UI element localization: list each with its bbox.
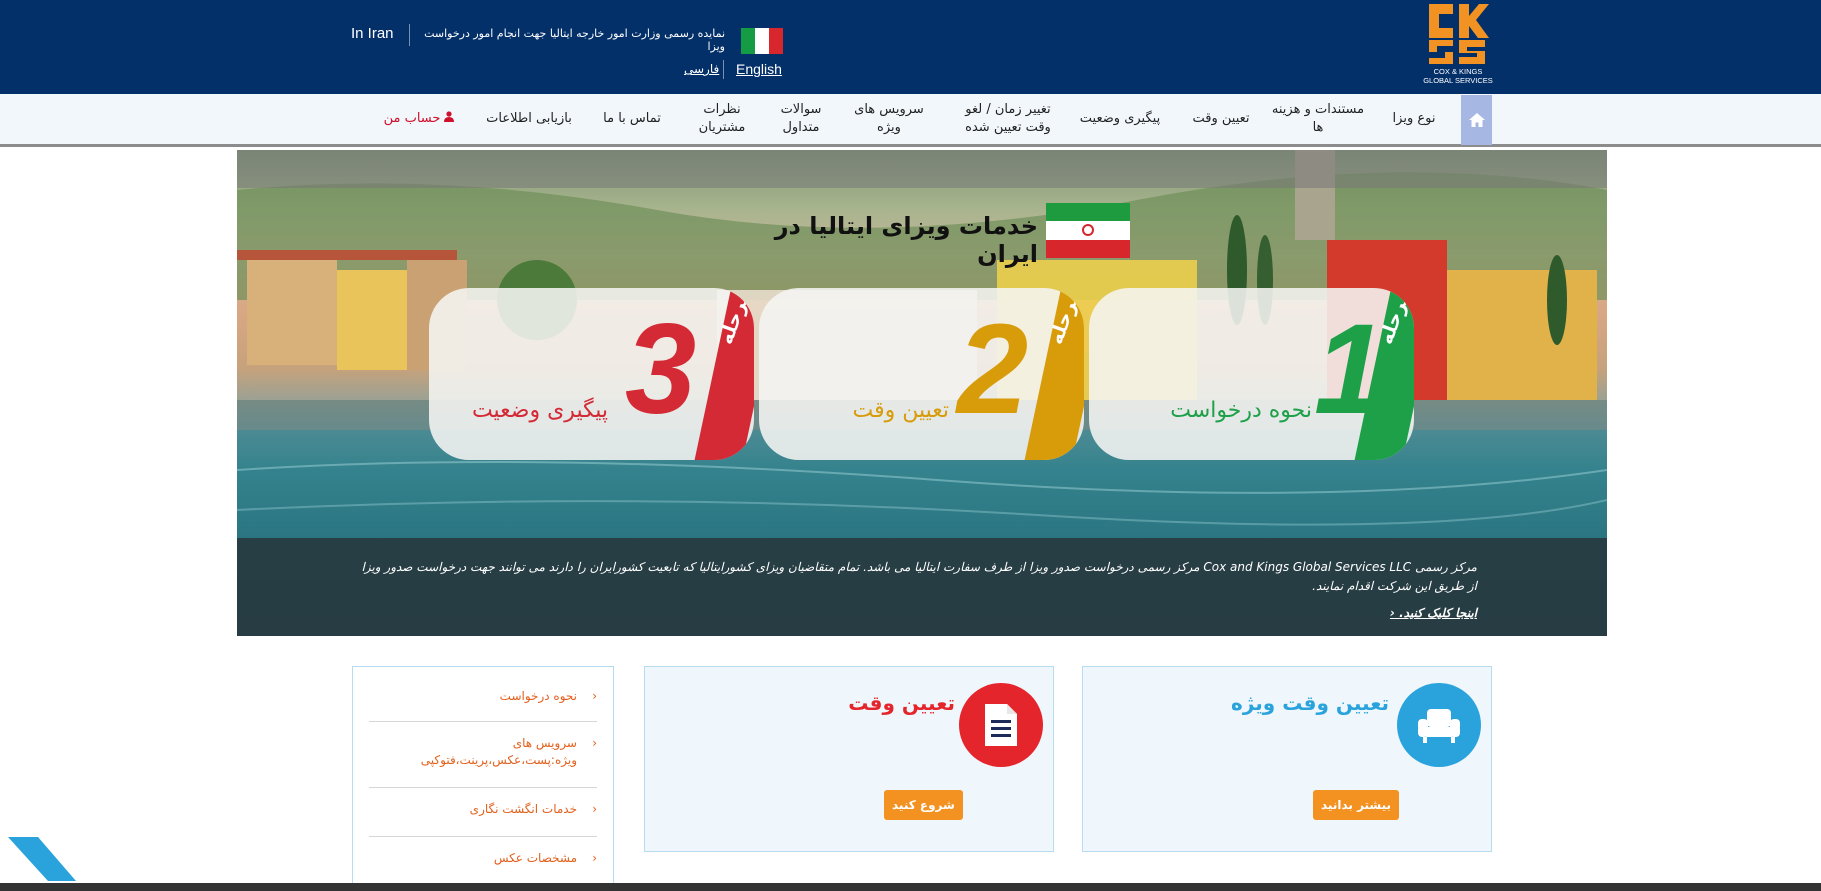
nav-testimonials[interactable]: نظرات مشتریان bbox=[690, 94, 754, 144]
step-2-number: 2 bbox=[957, 298, 1029, 441]
step-3-card[interactable]: مرحله 3 پیگیری وضعیت bbox=[429, 288, 754, 460]
step-1-number: 1 bbox=[1314, 298, 1386, 441]
home-icon bbox=[1468, 113, 1485, 127]
nav-documents-fees[interactable]: مستندات و هزینه ها bbox=[1270, 94, 1366, 144]
appointment-panel: تعیین وقت شروع کنید bbox=[644, 666, 1054, 852]
premium-appointment-title: تعیین وقت ویژه bbox=[1231, 691, 1389, 715]
premium-appointment-panel: تعیین وقت ویژه بیشتر بدانید bbox=[1082, 666, 1492, 852]
side-menu-item-special-services[interactable]: ‹ سرویس های ویژه:پست،عکس،پرینت،فتوکپی bbox=[369, 735, 597, 769]
step-1-card[interactable]: مرحله 1 نحوه درخواست bbox=[1089, 288, 1414, 460]
chevron-left-icon: ‹ bbox=[592, 851, 597, 865]
nav-special-services[interactable]: سرویس های ویژه bbox=[846, 94, 932, 144]
nav-my-account-label: حساب من bbox=[383, 111, 441, 126]
banner-info-text: مرکز رسمی Cox and Kings Global Services … bbox=[361, 560, 1478, 593]
side-menu-item-label: خدمات انگشت نگاری bbox=[469, 802, 577, 816]
official-representative-text: نمایده رسمی وزارت امور خارجه ایتالیا جهت… bbox=[424, 27, 725, 53]
language-farsi-link[interactable]: فارسی bbox=[684, 62, 719, 76]
side-menu-divider bbox=[369, 787, 597, 788]
nav-my-account[interactable]: حساب من bbox=[374, 94, 464, 144]
chevron-left-icon: ‹ bbox=[592, 689, 597, 703]
cox-and-kings-logo[interactable]: COX & KINGS GLOBAL SERVICES bbox=[1422, 0, 1494, 90]
nav-retrieve-info[interactable]: بازیابی اطلاعات bbox=[482, 94, 576, 144]
nav-home-button[interactable] bbox=[1461, 95, 1492, 145]
nav-track-status[interactable]: پیگیری وضعیت bbox=[1070, 94, 1170, 144]
chevron-left-icon: ‹ bbox=[592, 736, 597, 750]
side-menu-item-label: سرویس های ویژه:پست،عکس،پرینت،فتوکپی bbox=[420, 736, 577, 767]
banner-title: خدمات ویزای ایتالیا در ایران bbox=[774, 212, 1038, 268]
click-here-link[interactable]: اینجا کلیک کنید. ‹ bbox=[1377, 606, 1477, 620]
appointment-title: تعیین وقت bbox=[848, 691, 955, 715]
hero-banner: خدمات ویزای ایتالیا در ایران مرحله 1 نحو… bbox=[237, 150, 1607, 636]
bottom-bar bbox=[0, 883, 1821, 891]
side-menu-item-fingerprinting[interactable]: ‹ خدمات انگشت نگاری bbox=[369, 801, 597, 818]
side-menu-divider bbox=[369, 721, 597, 722]
side-menu-divider bbox=[369, 836, 597, 837]
side-menu-item-how-to-apply[interactable]: ‹ نحوه درخواست bbox=[369, 688, 597, 705]
language-divider bbox=[723, 60, 724, 79]
click-here-label: اینجا کلیک کنید. bbox=[1399, 606, 1477, 620]
language-english-link[interactable]: English bbox=[736, 61, 782, 77]
premium-circle bbox=[1397, 683, 1481, 767]
logo-line1: COX & KINGS bbox=[1433, 67, 1483, 76]
header-divider bbox=[409, 24, 410, 46]
side-menu: ‹ نحوه درخواست ‹ سرویس های ویژه:پست،عکس،… bbox=[352, 666, 614, 891]
step-3-label: پیگیری وضعیت bbox=[471, 398, 608, 423]
banner-top-band bbox=[237, 150, 1607, 188]
main-navigation: نوع ویزا مستندات و هزینه ها تعیین وقت پی… bbox=[0, 94, 1821, 147]
step-3-number: 3 bbox=[625, 298, 697, 441]
side-menu-item-label: نحوه درخواست bbox=[499, 689, 577, 703]
learn-more-button[interactable]: بیشتر بدانید bbox=[1313, 790, 1400, 820]
step-1-label: نحوه درخواست bbox=[1170, 398, 1312, 423]
start-button[interactable]: شروع کنید bbox=[884, 790, 963, 820]
nav-visa-type[interactable]: نوع ویزا bbox=[1376, 94, 1452, 144]
banner-info-strip: مرکز رسمی Cox and Kings Global Services … bbox=[237, 538, 1607, 636]
logo-mark bbox=[1425, 0, 1491, 66]
nav-appointment[interactable]: تعیین وقت bbox=[1176, 94, 1266, 144]
chevron-left-icon: ‹ bbox=[592, 802, 597, 816]
in-iran-label: In Iran bbox=[351, 25, 394, 42]
top-header: COX & KINGS GLOBAL SERVICES نمایده رسمی … bbox=[0, 0, 1821, 94]
side-menu-item-photo-specs[interactable]: ‹ مشخصات عکس bbox=[369, 850, 597, 867]
user-icon bbox=[444, 110, 455, 128]
iran-flag-icon bbox=[1046, 203, 1130, 258]
side-menu-item-label: مشخصات عکس bbox=[493, 851, 577, 865]
chevron-left-icon: ‹ bbox=[1389, 606, 1395, 620]
step-2-label: تعیین وقت bbox=[852, 398, 950, 423]
nav-faq[interactable]: سوالات متداول bbox=[770, 94, 832, 144]
nav-reschedule-cancel[interactable]: تغییر زمان / لغو وقت تعیین شده bbox=[952, 94, 1064, 144]
nav-contact-us[interactable]: تماس با ما bbox=[592, 94, 672, 144]
appointment-circle bbox=[959, 683, 1043, 767]
corner-accent bbox=[8, 837, 76, 881]
armchair-icon bbox=[1418, 709, 1460, 743]
italy-flag-icon bbox=[741, 28, 783, 54]
logo-line2: GLOBAL SERVICES bbox=[1423, 76, 1493, 85]
step-2-card[interactable]: مرحله 2 تعیین وقت bbox=[759, 288, 1084, 460]
document-icon bbox=[985, 704, 1017, 746]
